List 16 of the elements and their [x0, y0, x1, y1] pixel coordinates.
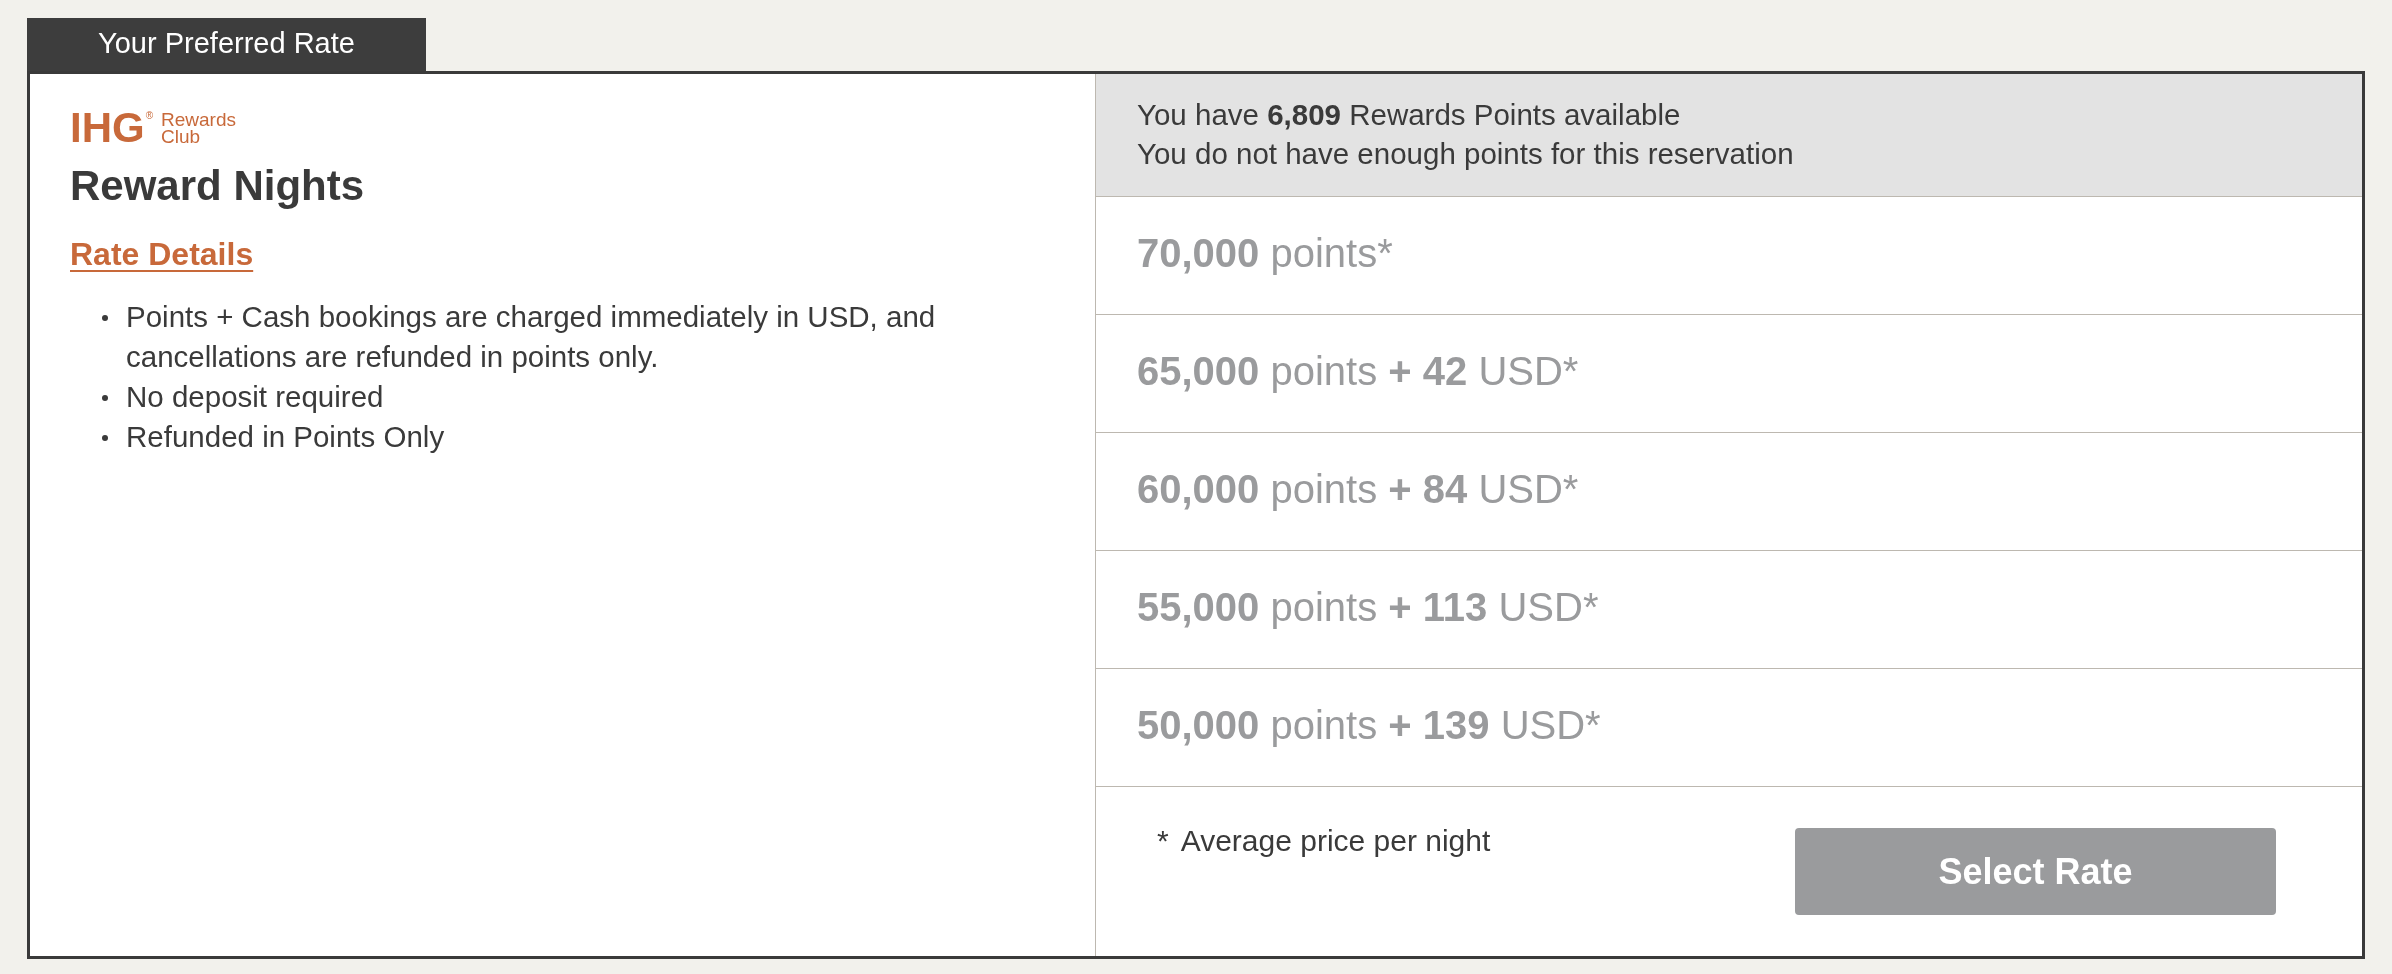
bullet-icon: [102, 395, 108, 401]
bullet-icon: [102, 435, 108, 441]
logo-wordmark: IHG: [70, 107, 145, 149]
section-heading: Your Preferred Rate: [27, 18, 426, 71]
registered-mark: ®: [145, 111, 154, 121]
rate-details-link[interactable]: Rate Details: [70, 234, 254, 274]
logo-caption: Rewards Club: [161, 111, 237, 145]
footnote-mark: *: [1157, 823, 1169, 859]
note-text: No deposit required: [126, 379, 384, 415]
note-text: Refunded in Points Only: [126, 419, 445, 455]
footnote-text: Average price per night: [1180, 823, 1491, 859]
note-text: Points + Cash bookings are charged immediately in USD, and cancellations are refunded in points only.: [126, 299, 937, 375]
insufficient-points-text: You do not have enough points for this reservation: [1137, 136, 1795, 172]
points-balance-text: You have 6,809 Rewards Points available: [1137, 97, 1682, 133]
rate-title: Reward Nights: [70, 161, 366, 211]
bullet-icon: [102, 315, 108, 321]
